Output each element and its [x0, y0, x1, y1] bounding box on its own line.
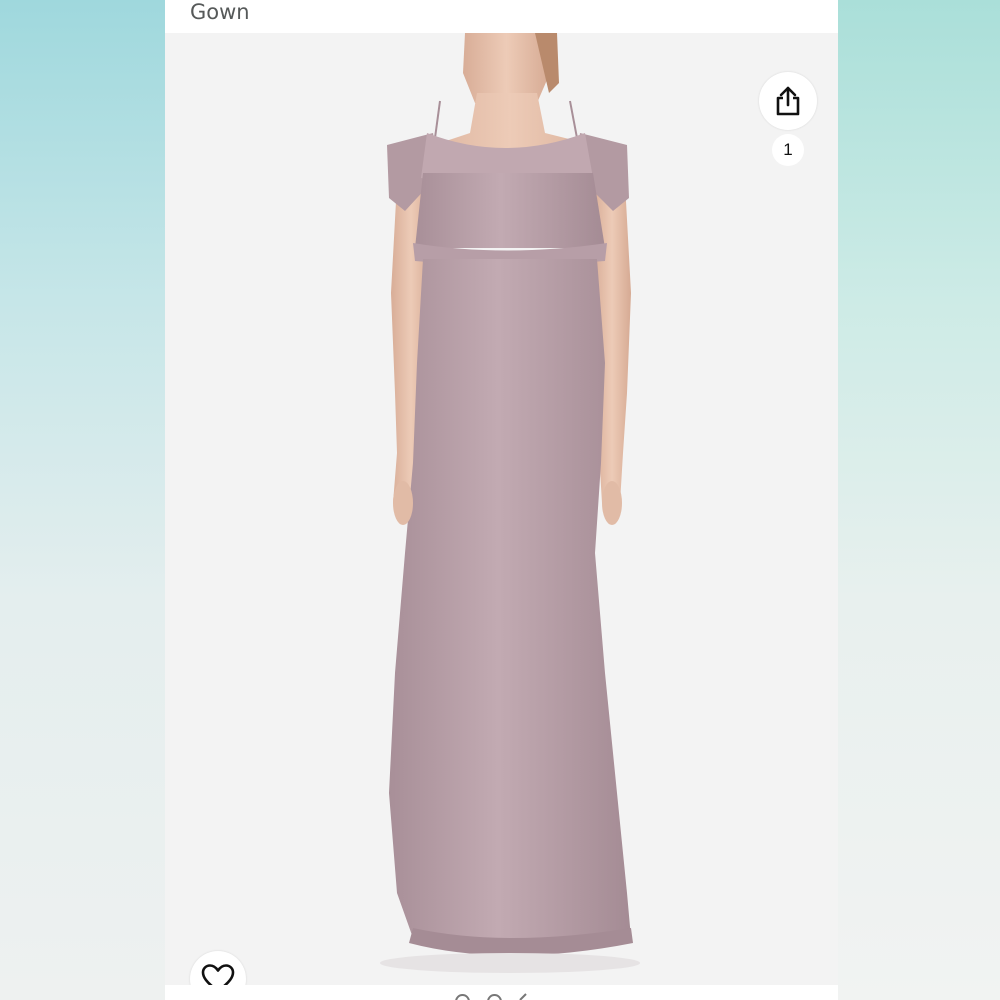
- left-strap: [434, 100, 441, 139]
- model-head: [463, 33, 550, 103]
- gown-illustration: [380, 33, 640, 973]
- floor-shadow: [380, 953, 640, 973]
- right-hand: [602, 481, 622, 525]
- skirt: [389, 259, 631, 948]
- chevron-right-icon[interactable]: [517, 992, 531, 1000]
- product-title: Gown: [190, 0, 250, 24]
- product-image[interactable]: 1: [165, 33, 838, 1000]
- share-icon: [776, 86, 800, 116]
- background-left: [0, 0, 165, 1000]
- title-bar: Gown: [165, 0, 838, 33]
- background-right: [838, 0, 1000, 1000]
- left-hand: [393, 481, 413, 525]
- share-button[interactable]: [759, 72, 817, 130]
- bodice: [415, 173, 605, 248]
- share-count-badge: 1: [772, 134, 804, 166]
- right-strap: [569, 100, 578, 139]
- product-page: Gown 1: [165, 0, 838, 1000]
- carousel-strip: [165, 985, 838, 1000]
